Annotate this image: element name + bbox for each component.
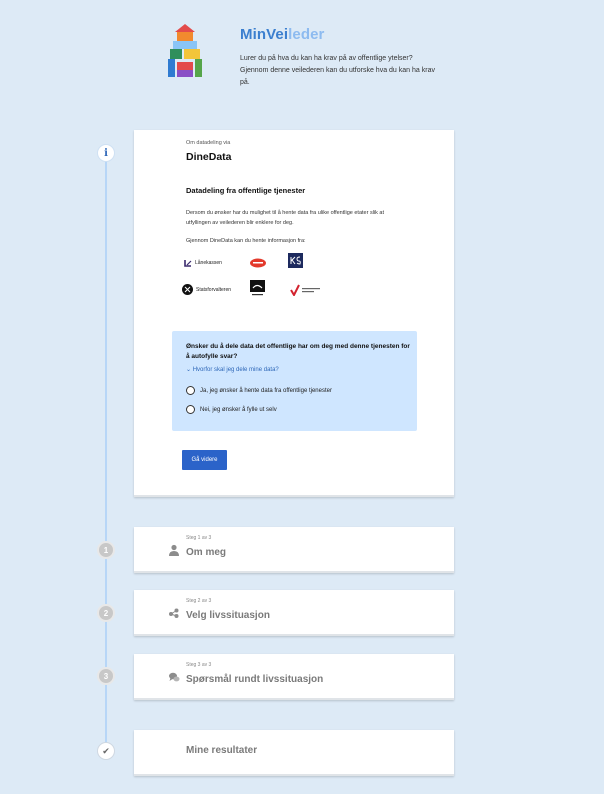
- statsforvalteren-logo-icon: [182, 284, 193, 295]
- radio-no[interactable]: [186, 405, 195, 414]
- intro-paragraph: Dersom du ønsker har du mulighet til å h…: [186, 210, 385, 226]
- results-title: Mine resultater: [186, 745, 258, 756]
- black-logo-icon: [250, 280, 265, 296]
- step-eyebrow: Steg 3 av 3: [186, 662, 212, 668]
- chevron-down-icon: ⌄: [186, 367, 192, 373]
- header: MinVeileder Lurer du på hva du kan ha kr…: [0, 0, 604, 110]
- step-1-marker: 1: [97, 541, 115, 559]
- question-text: Ønsker du å dele data det offentlige har…: [186, 343, 410, 360]
- continue-button[interactable]: Gå videre: [182, 450, 227, 470]
- red-logo-icon: [250, 258, 266, 268]
- brand-suffix: leder: [288, 26, 325, 43]
- partner-statsforvalteren: Statsforvalteren: [182, 284, 231, 295]
- step-title: Om meg: [186, 547, 227, 558]
- partner-black: [250, 280, 265, 297]
- sources-paragraph: Gjennom DineData kan du hente informasjo…: [186, 238, 306, 244]
- brand-prefix: MinVei: [240, 26, 289, 43]
- lanekassen-logo-icon: [184, 260, 192, 267]
- option-no[interactable]: Nei, jeg ønsker å fylle ut selv: [186, 405, 277, 414]
- option-yes-label: Ja, jeg ønsker å hente data fra offentli…: [200, 387, 332, 394]
- why-share-link-label: Hvorfor skal jeg dele mine data?: [192, 367, 279, 373]
- card-eyebrow: Om datadeling via: [186, 140, 231, 146]
- chat-icon: [169, 672, 180, 682]
- partner-red-check: [290, 284, 322, 296]
- partner-ks: [288, 253, 303, 268]
- datasharing-card: Om datadeling via DineData Datadeling fr…: [134, 130, 454, 497]
- partner-name: Lånekassen: [195, 260, 222, 266]
- step-3-card[interactable]: Steg 3 av 3 Spørsmål rundt livssituasjon: [134, 654, 454, 700]
- option-no-label: Nei, jeg ønsker å fylle ut selv: [200, 406, 277, 413]
- red-check-logo-icon: [290, 284, 320, 296]
- results-card[interactable]: Mine resultater: [134, 730, 454, 776]
- step-eyebrow: Steg 1 av 3: [186, 535, 212, 541]
- card-title: DineData: [186, 151, 232, 163]
- partner-red: [249, 258, 267, 268]
- app-logo-icon: [168, 24, 202, 77]
- step-eyebrow: Steg 2 av 3: [186, 598, 212, 604]
- person-icon: [169, 544, 179, 556]
- step-1-card[interactable]: Steg 1 av 3 Om meg: [134, 527, 454, 573]
- radio-yes[interactable]: [186, 386, 195, 395]
- step-3-marker: 3: [97, 667, 115, 685]
- datasharing-question-box: Ønsker du å dele data det offentlige har…: [172, 331, 417, 431]
- step-2-marker: 2: [97, 604, 115, 622]
- info-step-marker: i: [97, 144, 115, 162]
- partner-name: Statsforvalteren: [196, 286, 232, 293]
- brand-name[interactable]: MinVeileder: [240, 26, 324, 43]
- ks-logo-icon: [288, 253, 303, 268]
- why-share-link[interactable]: ⌄ Hvorfor skal jeg dele mine data?: [186, 366, 279, 373]
- section-heading: Datadeling fra offentlige tjenester: [186, 186, 306, 195]
- progress-timeline: [105, 152, 107, 752]
- partner-lanekassen: Lånekassen: [184, 259, 222, 267]
- step-title: Spørsmål rundt livssituasjon: [186, 674, 324, 685]
- tagline: Lurer du på hva du kan ha krav på av off…: [240, 55, 435, 86]
- option-yes[interactable]: Ja, jeg ønsker å hente data fra offentli…: [186, 386, 332, 395]
- results-marker: ✔: [97, 742, 115, 760]
- step-title: Velg livssituasjon: [186, 610, 270, 621]
- shuffle-icon: [169, 608, 179, 618]
- step-2-card[interactable]: Steg 2 av 3 Velg livssituasjon: [134, 590, 454, 636]
- partner-logos: Lånekassen Statsforvalteren: [182, 250, 362, 300]
